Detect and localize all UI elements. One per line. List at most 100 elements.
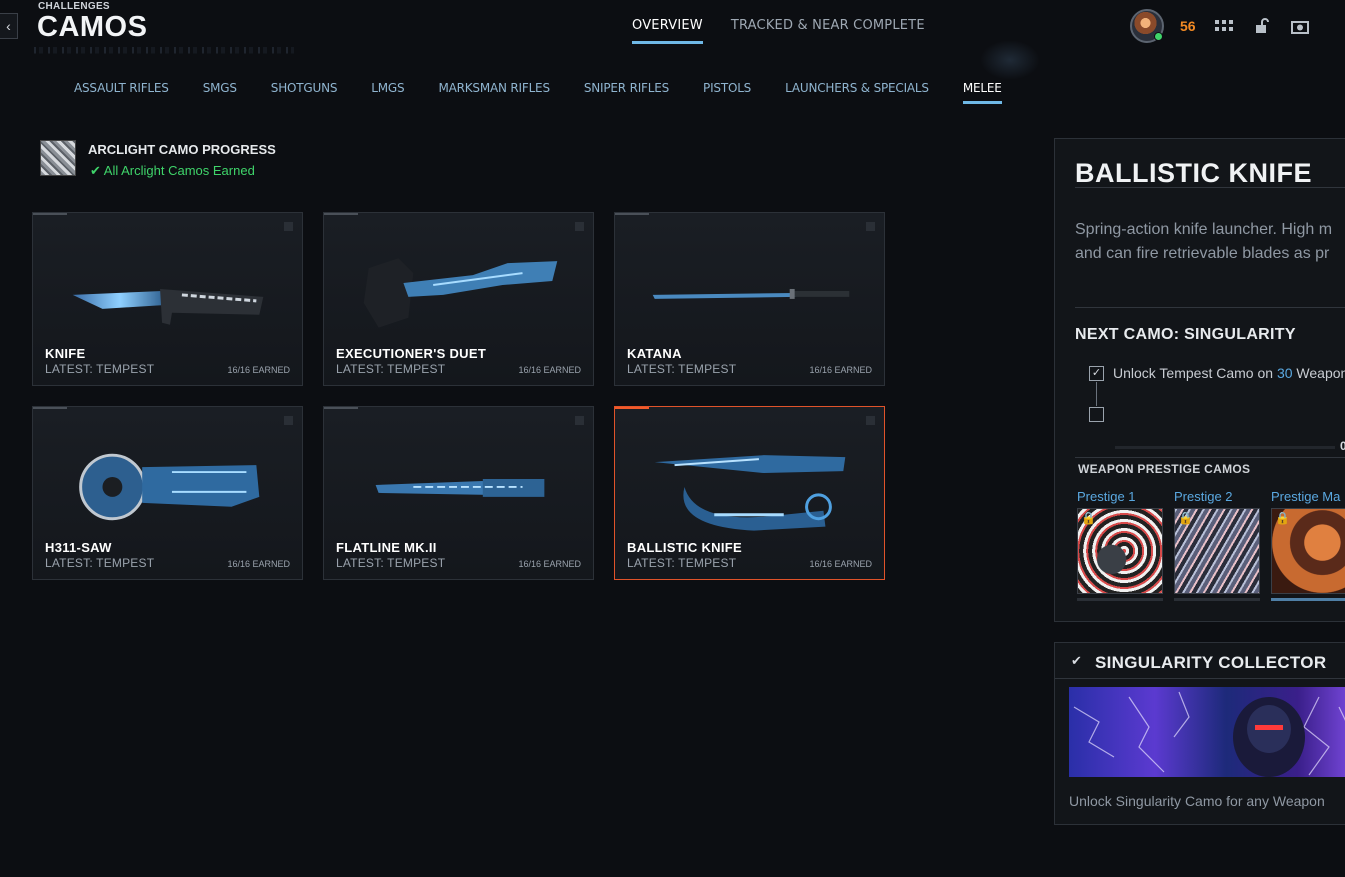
weapon-latest-camo: LATEST: TEMPEST [336, 362, 446, 376]
challenge-connector [1096, 382, 1097, 406]
tab-launchers-specials[interactable]: LAUNCHERS & SPECIALS [785, 81, 929, 104]
next-camo-heading: NEXT CAMO: SINGULARITY [1075, 326, 1296, 343]
weapon-earned-count: 16/16 EARNED [809, 365, 872, 375]
tab-sniper-rifles[interactable]: SNIPER RIFLES [584, 81, 669, 104]
tab-smgs[interactable]: SMGS [203, 81, 237, 104]
weapon-latest-camo: LATEST: TEMPEST [627, 362, 737, 376]
tab-shotguns[interactable]: SHOTGUNS [271, 81, 338, 104]
prestige-2-thumbnail: 🔒 [1174, 508, 1260, 594]
knife-weapon-image [72, 288, 264, 325]
player-level: 56 [1180, 18, 1196, 34]
challenge-progress-value: 0 [1340, 439, 1345, 453]
card-corner-icon [284, 222, 293, 231]
weapon-earned-count: 16/16 EARNED [227, 365, 290, 375]
prestige-camos-heading: WEAPON PRESTIGE CAMOS [1078, 462, 1251, 476]
prestige-progress-bar [1077, 598, 1163, 601]
checkmark-icon: ✔ [1071, 653, 1082, 668]
prestige-progress-fill [1271, 598, 1345, 601]
card-accent [615, 213, 649, 215]
tab-melee[interactable]: MELEE [962, 81, 1002, 104]
chevron-left-icon: ‹ [6, 18, 11, 34]
weapon-latest-camo: LATEST: TEMPEST [45, 362, 155, 376]
executioners-duet-weapon-image [363, 258, 558, 328]
lock-icon: 🔒 [1275, 511, 1290, 525]
ballistic-knife-weapon-image [654, 455, 846, 531]
weapon-card-knife[interactable]: KNIFE LATEST: TEMPEST 16/16 EARNED [32, 212, 303, 386]
camo-progress-status: ✔ All Arclight Camos Earned [90, 163, 255, 178]
weapon-card-flatline-mk-ii[interactable]: FLATLINE MK.II LATEST: TEMPEST 16/16 EAR… [323, 406, 594, 580]
prestige-camo-master[interactable]: Prestige Ma 🔒 [1271, 489, 1345, 601]
avatar[interactable] [1130, 9, 1164, 43]
lock-icon: 🔒 [1081, 511, 1096, 525]
divider [1055, 678, 1345, 679]
weapon-name: BALLISTIC KNIFE [627, 540, 742, 555]
card-accent [324, 407, 358, 409]
card-accent [615, 407, 649, 409]
singularity-collector-banner [1069, 687, 1345, 777]
weapon-description: Spring-action knife launcher. High m and… [1075, 221, 1333, 262]
weapon-name: FLATLINE MK.II [336, 540, 437, 555]
title-glitch-decoration [34, 38, 294, 60]
tab-overview[interactable]: OVERVIEW [632, 18, 703, 44]
lock-icon: 🔒 [1178, 511, 1193, 525]
weapon-card-katana[interactable]: KATANA LATEST: TEMPEST 16/16 EARNED [614, 212, 885, 386]
challenge-checkbox-checked: ✓ [1089, 366, 1104, 381]
flatline-mk-ii-weapon-image [375, 479, 545, 497]
header-right: 56 [1130, 9, 1310, 43]
tab-tracked-near-complete[interactable]: TRACKED & NEAR COMPLETE [731, 18, 925, 44]
arclight-camo-thumbnail [40, 140, 76, 176]
prestige-1-thumbnail: 🔒 [1077, 508, 1163, 594]
weapon-latest-camo: LATEST: TEMPEST [336, 556, 446, 570]
tab-lmgs[interactable]: LMGS [371, 81, 404, 104]
challenge-progress-bar [1115, 446, 1335, 449]
challenge-text: Unlock Tempest Camo on 30 Weapons [1113, 365, 1345, 381]
weapon-earned-count: 16/16 EARNED [518, 365, 581, 375]
prestige-label: Prestige 1 [1077, 489, 1136, 504]
weapon-card-ballistic-knife[interactable]: BALLISTIC KNIFE LATEST: TEMPEST 16/16 EA… [614, 406, 885, 580]
card-accent [33, 407, 67, 409]
checkmark-icon: ✔ [90, 163, 104, 178]
weapon-name: EXECUTIONER'S DUET [336, 346, 487, 361]
tab-pistols[interactable]: PISTOLS [703, 81, 751, 104]
card-corner-icon [866, 222, 875, 231]
camera-icon[interactable] [1290, 16, 1310, 36]
weapon-card-executioners-duet[interactable]: EXECUTIONER'S DUET LATEST: TEMPEST 16/16… [323, 212, 594, 386]
online-status-dot [1154, 32, 1163, 41]
collector-description: Unlock Singularity Camo for any Weapon [1069, 793, 1325, 809]
unlock-icon[interactable] [1252, 16, 1272, 36]
collector-title: SINGULARITY COLLECTOR [1095, 653, 1327, 672]
banner-art [1073, 691, 1345, 777]
prestige-camo-1[interactable]: Prestige 1 🔒 [1077, 489, 1163, 601]
prestige-progress-bar [1174, 598, 1260, 601]
singularity-collector-panel[interactable]: ✔ SINGULARITY COLLECTOR Unlock Singulari… [1054, 642, 1345, 825]
challenge-checkbox-empty [1089, 407, 1104, 422]
grid-icon[interactable] [1214, 16, 1234, 36]
weapon-latest-camo: LATEST: TEMPEST [627, 556, 737, 570]
prestige-label: Prestige Ma [1271, 489, 1341, 504]
divider [1075, 187, 1345, 188]
katana-weapon-image [652, 288, 850, 299]
card-accent [324, 213, 358, 215]
h311-saw-weapon-image [79, 453, 260, 521]
weapon-detail-panel: BALLISTIC KNIFE Spring-action knife laun… [1054, 138, 1345, 622]
weapon-card-h311-saw[interactable]: H311-SAW LATEST: TEMPEST 16/16 EARNED [32, 406, 303, 580]
prestige-camo-2[interactable]: Prestige 2 🔒 [1174, 489, 1260, 601]
weapon-earned-count: 16/16 EARNED [227, 559, 290, 569]
weapon-latest-camo: LATEST: TEMPEST [45, 556, 155, 570]
card-corner-icon [575, 416, 584, 425]
card-corner-icon [866, 416, 875, 425]
detail-weapon-title: BALLISTIC KNIFE [1075, 158, 1312, 188]
tab-assault-rifles[interactable]: ASSAULT RIFLES [74, 81, 169, 104]
card-corner-icon [284, 416, 293, 425]
weapon-name: H311-SAW [45, 540, 112, 555]
back-button[interactable]: ‹ [0, 13, 18, 39]
tab-marksman-rifles[interactable]: MARKSMAN RIFLES [438, 81, 550, 104]
divider [1075, 307, 1345, 308]
prestige-label: Prestige 2 [1174, 489, 1233, 504]
weapon-name: KATANA [627, 346, 682, 361]
weapon-name: KNIFE [45, 346, 86, 361]
main-tabs: OVERVIEW TRACKED & NEAR COMPLETE [632, 18, 925, 44]
weapon-earned-count: 16/16 EARNED [809, 559, 872, 569]
camo-progress-title: ARCLIGHT CAMO PROGRESS [88, 142, 276, 157]
weapon-earned-count: 16/16 EARNED [518, 559, 581, 569]
